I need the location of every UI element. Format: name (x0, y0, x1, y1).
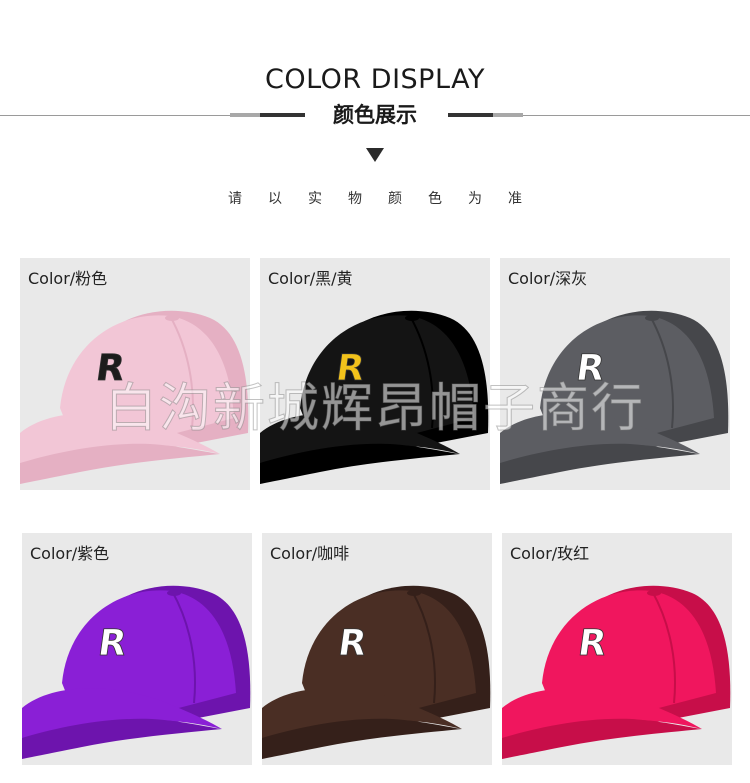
divider-line-right (523, 115, 750, 116)
product-card-rose-red[interactable]: Color/玫红 R (502, 533, 732, 765)
divider-accent-right-light (493, 113, 523, 117)
title-divider: 颜色展示 (0, 104, 750, 126)
product-card-pink[interactable]: Color/粉色 R (20, 258, 250, 490)
card-label: Color/紫色 (30, 544, 110, 563)
cap-image: R (502, 585, 731, 759)
cap-button (165, 315, 179, 321)
card-label: Color/粉色 (28, 269, 108, 288)
cap-image: R (500, 310, 729, 484)
card-label: Color/咖啡 (270, 544, 350, 563)
divider-accent-left-dark (260, 113, 305, 117)
product-card-dark-gray[interactable]: Color/深灰 R (500, 258, 730, 490)
cap-button (647, 590, 661, 596)
cap-image: R (260, 310, 489, 484)
card-label: Color/深灰 (508, 269, 588, 288)
color-note: 请以实物颜色为准 (228, 191, 548, 207)
cap-button (407, 590, 421, 596)
cap-button (167, 590, 181, 596)
cap-image: R (262, 585, 491, 759)
product-card-black-yellow[interactable]: Color/黑/黄 R (260, 258, 490, 490)
cap-image: R (22, 585, 251, 759)
divider-accent-left-light (230, 113, 260, 117)
page-title: COLOR DISPLAY (265, 64, 485, 95)
page-subtitle: 颜色展示 (333, 103, 417, 127)
card-label: Color/黑/黄 (268, 269, 353, 288)
cap-image: R (20, 310, 249, 484)
card-label: Color/玫红 (510, 544, 590, 563)
product-card-purple[interactable]: Color/紫色 R (22, 533, 252, 765)
divider-accent-right-dark (448, 113, 493, 117)
down-triangle-icon (366, 148, 384, 162)
cap-button (645, 315, 659, 321)
product-card-coffee[interactable]: Color/咖啡 R (262, 533, 492, 765)
divider-line-left (0, 115, 230, 116)
cap-button (405, 315, 419, 321)
